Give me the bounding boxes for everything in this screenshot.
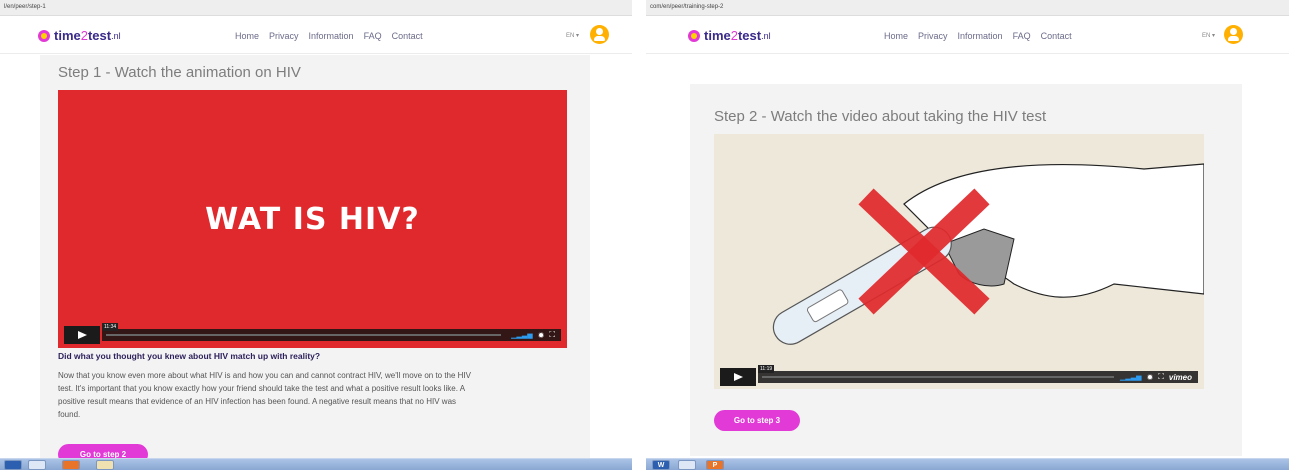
go-to-step-3-button[interactable]: Go to step 3 (714, 410, 800, 431)
nav-links: Home Privacy Information FAQ Contact (884, 31, 1072, 41)
nav-information[interactable]: Information (958, 31, 1003, 41)
video-controls: 11:19 ▁▂▃▅ ✹ ⛶ vimeo (720, 365, 1198, 386)
tool-icon[interactable] (96, 460, 114, 470)
fullscreen-icon[interactable]: ⛶ (549, 330, 555, 340)
windows-taskbar (0, 458, 632, 470)
user-account-icon[interactable] (590, 25, 609, 44)
nav-links: Home Privacy Information FAQ Contact (235, 31, 423, 41)
logo-text-time: time (704, 28, 731, 43)
step-title: Step 2 - Watch the video about taking th… (714, 108, 1047, 125)
logo-text-time: time (54, 28, 81, 43)
powerpoint-icon[interactable]: P (706, 460, 724, 470)
word-icon[interactable]: W (652, 460, 670, 470)
nav-faq[interactable]: FAQ (364, 31, 382, 41)
logo-text-test: test (87, 28, 112, 43)
window-icon[interactable] (678, 460, 696, 470)
section-question: Did what you thought you knew about HIV … (58, 351, 321, 361)
logo-icon (38, 29, 50, 42)
pane-divider (632, 0, 646, 470)
left-browser-window: l/en/peer/step-1 time 2 test .nl Home Priva… (0, 0, 632, 470)
logo-text-tld: .nl (761, 30, 771, 41)
grid-icon[interactable] (4, 460, 22, 470)
window-icon[interactable] (28, 460, 46, 470)
fullscreen-icon[interactable]: ⛶ (1158, 372, 1164, 382)
progress-track[interactable] (106, 334, 501, 336)
player-icons: ▁▂▃▅ ✹ ⛶ vimeo (1120, 372, 1192, 382)
video-player[interactable]: WAT IS HIV? 11:34 ▁▂▃▅ ✹ ⛶ (58, 90, 567, 348)
play-button[interactable] (64, 326, 100, 344)
progress-track[interactable] (762, 376, 1114, 378)
volume-icon[interactable]: ▁▂▃▅ (1120, 373, 1142, 381)
top-navigation: time 2 test .nl Home Privacy Information FA… (646, 16, 1289, 54)
vimeo-logo[interactable]: vimeo (1169, 373, 1192, 382)
volume-icon[interactable]: ▁▂▃▅ (511, 331, 533, 339)
logo-text-2: 2 (80, 28, 88, 43)
right-browser-window: com/en/peer/training-step-2 time 2 test .nl… (646, 0, 1289, 470)
nav-privacy[interactable]: Privacy (269, 31, 299, 41)
logo-icon (688, 29, 700, 42)
nav-contact[interactable]: Contact (1041, 31, 1072, 41)
body-line: test. It's important that you know exact… (58, 384, 466, 393)
video-controls: 11:34 ▁▂▃▅ ✹ ⛶ (64, 323, 561, 344)
address-bar[interactable]: com/en/peer/training-step-2 (646, 0, 1289, 16)
progress-bar[interactable]: 11:34 ▁▂▃▅ ✹ ⛶ (102, 323, 561, 341)
test-illustration (772, 163, 1204, 345)
gear-icon[interactable]: ✹ (538, 331, 545, 340)
nav-information[interactable]: Information (309, 31, 354, 41)
video-player[interactable]: 11:19 ▁▂▃▅ ✹ ⛶ vimeo (714, 134, 1204, 389)
logo-text-test: test (737, 28, 762, 43)
player-icons: ▁▂▃▅ ✹ ⛶ (511, 330, 555, 340)
user-account-icon[interactable] (1224, 25, 1243, 44)
video-timecode: 11:19 (758, 365, 775, 373)
powerpoint-icon[interactable] (62, 460, 80, 470)
body-line: Now that you know even more about what H… (58, 371, 472, 380)
site-logo[interactable]: time 2 test .nl (688, 28, 771, 43)
nav-faq[interactable]: FAQ (1013, 31, 1031, 41)
video-timecode: 11:34 (102, 323, 119, 331)
top-navigation: time 2 test .nl Home Privacy Information FA… (0, 16, 632, 54)
language-selector[interactable]: EN ▾ (1202, 32, 1215, 39)
nav-contact[interactable]: Contact (392, 31, 423, 41)
video-overlay-title: WAT IS HIV? (205, 202, 420, 237)
windows-taskbar: W P (646, 458, 1289, 470)
progress-bar[interactable]: 11:19 ▁▂▃▅ ✹ ⛶ vimeo (758, 365, 1198, 383)
address-bar[interactable]: l/en/peer/step-1 (0, 0, 632, 16)
play-button[interactable] (720, 368, 756, 386)
nav-privacy[interactable]: Privacy (918, 31, 948, 41)
body-line: found. (58, 410, 81, 419)
body-line: positive result means that evidence of a… (58, 397, 457, 406)
gear-icon[interactable]: ✹ (1147, 373, 1154, 382)
nav-home[interactable]: Home (884, 31, 908, 41)
nav-home[interactable]: Home (235, 31, 259, 41)
logo-text-tld: .nl (111, 30, 121, 41)
language-selector[interactable]: EN ▾ (566, 32, 579, 39)
site-logo[interactable]: time 2 test .nl (38, 28, 121, 43)
body-paragraph: Now that you know even more about what H… (58, 369, 578, 421)
step-title: Step 1 - Watch the animation on HIV (58, 64, 301, 81)
logo-text-2: 2 (730, 28, 738, 43)
